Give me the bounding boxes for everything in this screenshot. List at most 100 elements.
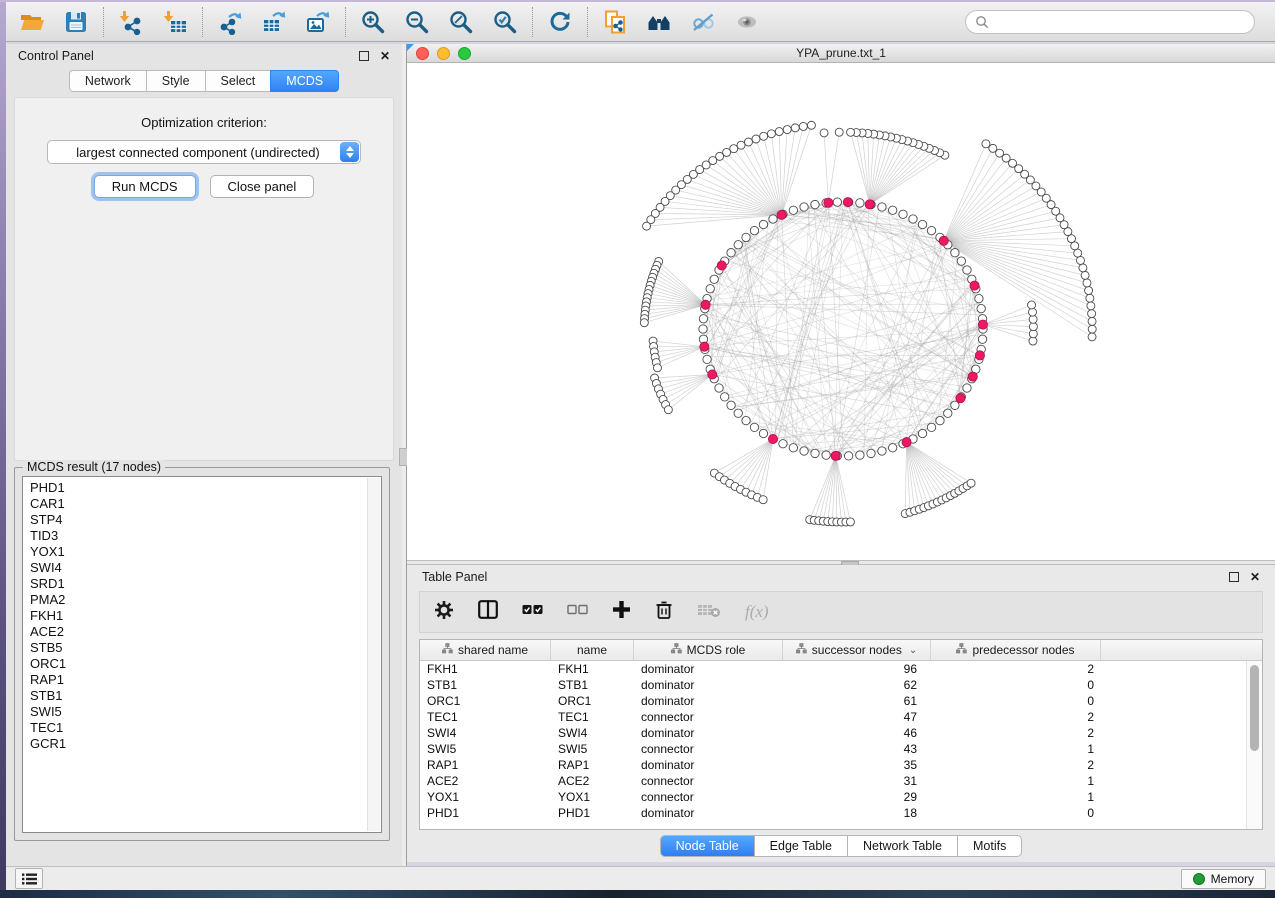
binoculars-icon[interactable] [645, 8, 673, 36]
tab-node-table[interactable]: Node Table [661, 836, 755, 856]
tab-select[interactable]: Select [205, 70, 271, 92]
cell-successor_nodes[interactable]: 62 [783, 678, 931, 692]
save-session-icon[interactable] [62, 8, 90, 36]
settings-gear-icon[interactable] [434, 600, 454, 625]
cell-mcds_role[interactable]: connector [634, 742, 783, 756]
cell-shared_name[interactable]: ACE2 [420, 774, 551, 788]
cell-successor_nodes[interactable]: 96 [783, 662, 931, 676]
zoom-selected-icon[interactable] [491, 8, 519, 36]
column-header-successor-nodes[interactable]: successor nodes⌄ [783, 640, 931, 660]
import-table-icon[interactable] [161, 8, 189, 36]
cell-mcds_role[interactable]: connector [634, 774, 783, 788]
hide-elements-icon[interactable] [689, 8, 717, 36]
tab-edge-table[interactable]: Edge Table [755, 836, 848, 856]
cell-predecessor_nodes[interactable]: 2 [931, 662, 1101, 676]
cell-predecessor_nodes[interactable]: 2 [931, 758, 1101, 772]
cell-successor_nodes[interactable]: 29 [783, 790, 931, 804]
unselect-all-icon[interactable] [567, 602, 588, 622]
cell-successor_nodes[interactable]: 61 [783, 694, 931, 708]
table-row[interactable]: SWI5SWI5connector431 [420, 741, 1262, 757]
table-row[interactable]: ACE2ACE2connector311 [420, 773, 1262, 789]
mcds-node-item[interactable]: FKH1 [30, 608, 381, 624]
mcds-node-item[interactable]: SWI5 [30, 704, 381, 720]
float-panel-icon[interactable] [359, 51, 369, 61]
export-table-icon[interactable] [260, 8, 288, 36]
cell-predecessor_nodes[interactable]: 1 [931, 774, 1101, 788]
cell-predecessor_nodes[interactable]: 1 [931, 790, 1101, 804]
cell-mcds_role[interactable]: dominator [634, 678, 783, 692]
cell-predecessor_nodes[interactable]: 0 [931, 694, 1101, 708]
search-box[interactable] [965, 10, 1255, 34]
cell-predecessor_nodes[interactable]: 1 [931, 742, 1101, 756]
optimization-criterion-dropdown[interactable]: largest connected component (undirected) [47, 140, 361, 164]
mcds-node-item[interactable]: CAR1 [30, 496, 381, 512]
cell-successor_nodes[interactable]: 18 [783, 806, 931, 820]
cell-shared_name[interactable]: ORC1 [420, 694, 551, 708]
mcds-node-item[interactable]: PMA2 [30, 592, 381, 608]
mcds-node-item[interactable]: TID3 [30, 528, 381, 544]
cell-shared_name[interactable]: RAP1 [420, 758, 551, 772]
mcds-node-item[interactable]: RAP1 [30, 672, 381, 688]
cell-predecessor_nodes[interactable]: 0 [931, 678, 1101, 692]
zoom-fit-icon[interactable] [447, 8, 475, 36]
tab-style[interactable]: Style [146, 70, 205, 92]
close-panel-icon[interactable]: ✕ [1250, 571, 1260, 583]
mcds-node-item[interactable]: STB1 [30, 688, 381, 704]
cell-mcds_role[interactable]: connector [634, 790, 783, 804]
cell-name[interactable]: RAP1 [551, 758, 634, 772]
cell-shared_name[interactable]: FKH1 [420, 662, 551, 676]
split-columns-icon[interactable] [478, 600, 498, 624]
table-row[interactable]: PHD1PHD1dominator180 [420, 805, 1262, 821]
cell-shared_name[interactable]: PHD1 [420, 806, 551, 820]
zoom-in-icon[interactable] [359, 8, 387, 36]
list-scrollbar[interactable] [367, 478, 380, 831]
refresh-icon[interactable] [546, 8, 574, 36]
table-row[interactable]: FKH1FKH1dominator962 [420, 661, 1262, 677]
cell-predecessor_nodes[interactable]: 2 [931, 710, 1101, 724]
export-network-icon[interactable] [216, 8, 244, 36]
cell-name[interactable]: FKH1 [551, 662, 634, 676]
memory-button[interactable]: Memory [1181, 869, 1266, 889]
cell-name[interactable]: SWI4 [551, 726, 634, 740]
scrollbar-thumb[interactable] [1250, 665, 1259, 751]
cell-successor_nodes[interactable]: 35 [783, 758, 931, 772]
cell-shared_name[interactable]: TEC1 [420, 710, 551, 724]
mcds-node-item[interactable]: TEC1 [30, 720, 381, 736]
cell-name[interactable]: YOX1 [551, 790, 634, 804]
mcds-node-item[interactable]: PHD1 [30, 480, 381, 496]
table-row[interactable]: TEC1TEC1connector472 [420, 709, 1262, 725]
mcds-node-item[interactable]: GCR1 [30, 736, 381, 752]
close-window-icon[interactable] [416, 47, 429, 60]
mcds-node-item[interactable]: STB5 [30, 640, 381, 656]
cell-shared_name[interactable]: STB1 [420, 678, 551, 692]
mcds-node-item[interactable]: ACE2 [30, 624, 381, 640]
search-input[interactable] [995, 14, 1245, 30]
mcds-node-item[interactable]: SWI4 [30, 560, 381, 576]
cell-predecessor_nodes[interactable]: 2 [931, 726, 1101, 740]
task-history-button[interactable] [15, 868, 43, 889]
table-row[interactable]: YOX1YOX1connector291 [420, 789, 1262, 805]
cell-name[interactable]: STB1 [551, 678, 634, 692]
column-header-shared-name[interactable]: shared name [420, 640, 551, 660]
cell-mcds_role[interactable]: dominator [634, 726, 783, 740]
maximize-window-icon[interactable] [458, 47, 471, 60]
cell-mcds_role[interactable]: dominator [634, 806, 783, 820]
tab-network[interactable]: Network [69, 70, 146, 92]
cell-mcds_role[interactable]: dominator [634, 662, 783, 676]
cell-name[interactable]: ACE2 [551, 774, 634, 788]
export-image-icon[interactable] [304, 8, 332, 36]
add-column-icon[interactable] [612, 600, 631, 624]
delete-column-icon[interactable] [655, 600, 673, 625]
show-elements-icon[interactable] [733, 8, 761, 36]
tab-mcds[interactable]: MCDS [270, 70, 339, 92]
table-scrollbar[interactable] [1246, 661, 1262, 829]
network-canvas[interactable] [407, 63, 1275, 560]
cell-mcds_role[interactable]: dominator [634, 694, 783, 708]
duplicate-network-icon[interactable] [601, 8, 629, 36]
select-all-icon[interactable] [522, 602, 543, 622]
table-row[interactable]: STB1STB1dominator620 [420, 677, 1262, 693]
cell-name[interactable]: SWI5 [551, 742, 634, 756]
mcds-node-item[interactable]: SRD1 [30, 576, 381, 592]
open-session-icon[interactable] [18, 8, 46, 36]
cell-shared_name[interactable]: SWI5 [420, 742, 551, 756]
